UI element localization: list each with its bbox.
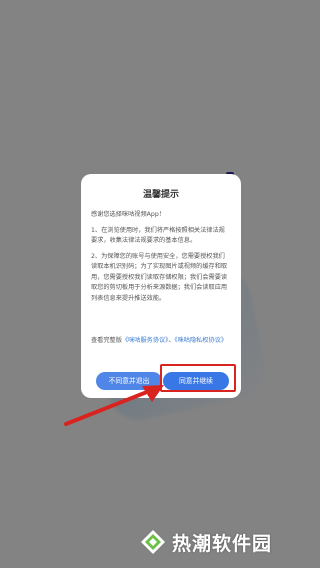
dialog-paragraph: 1、在浏览使用时，我们将严格按照相关法律法规要求，收集法律法规要求的基本信息。 <box>91 226 225 245</box>
highlight-box <box>160 364 236 392</box>
dialog-title: 温馨提示 <box>142 190 179 200</box>
dialog-body[interactable]: 感谢您选择咪咕视频App！ 1、在浏览使用时，我们将严格按照相关法律法规要求，收… <box>91 210 231 330</box>
privacy-agreement-link[interactable]: 《咪咕隐私权协议》 <box>175 337 228 344</box>
watermark: 热潮软件园 <box>140 527 272 557</box>
red-arrow-icon <box>64 385 164 426</box>
links-prefix: 查看完整版 <box>91 337 122 344</box>
dialog-paragraph: 2、为保障您的账号与使用安全，您需要授权我们读取本机识别码；为了实现图片或视频的… <box>91 252 228 302</box>
agreement-links: 查看完整版《咪咕服务协议》、《咪咕隐私权协议》 <box>91 336 231 347</box>
service-agreement-link[interactable]: 《咪咕服务协议》 <box>122 337 168 344</box>
watermark-logo-icon <box>141 530 165 554</box>
watermark-text: 热潮软件园 <box>172 532 273 555</box>
dialog-paragraph: 感谢您选择咪咕视频App！ <box>91 211 165 218</box>
